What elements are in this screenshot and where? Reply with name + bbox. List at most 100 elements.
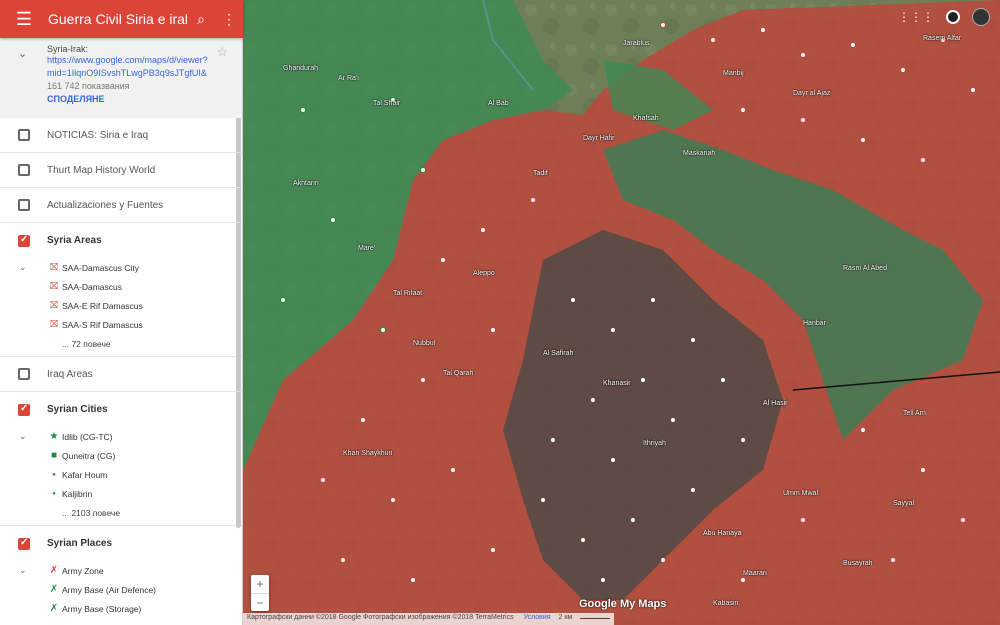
map-label: Tadif [533, 170, 548, 177]
avatar[interactable] [972, 8, 990, 26]
layer-syria-areas[interactable]: Syria Areas [0, 223, 242, 258]
map-label: Manbij [723, 70, 744, 77]
layer-item-label: SAA-S Rif Damascus [62, 319, 143, 330]
layer-actualizaciones[interactable]: Actualizaciones y Fuentes [0, 188, 242, 223]
map-info-name: Syria-Irak: [47, 44, 89, 54]
more-items-label: ... 2103 повече [62, 507, 121, 518]
layer-noticias[interactable]: NOTICIAS: Siria e Iraq [0, 118, 242, 153]
layer-item-label: SAA-Damascus City [62, 262, 139, 273]
layer-label: Thurt Map History World [47, 164, 156, 176]
layer-item[interactable]: ⛝ SAA-Damascus [0, 277, 242, 296]
layer-thurt-map[interactable]: Thurt Map History World [0, 153, 242, 188]
layer-item-label: Army Base (Storage) [62, 603, 142, 614]
sidebar: ⌄ ☆ Syria-Irak: https://www.google.com/m… [0, 38, 243, 625]
layer-item[interactable]: ⌄ ⛝ SAA-Damascus City [0, 258, 242, 277]
layer-syrian-places[interactable]: Syrian Places [0, 526, 242, 561]
layer-label: NOTICIAS: Siria e Iraq [47, 129, 149, 141]
map-label: Maaran [743, 570, 767, 577]
map-label: Khanasir [603, 380, 631, 387]
star-marker-icon: ★ [49, 431, 59, 442]
more-items-link[interactable]: ... 72 повече [0, 334, 242, 353]
more-items-label: ... 72 повече [62, 338, 111, 349]
layer-item-label: SAA-Damascus [62, 281, 122, 292]
layer-checkbox[interactable] [18, 234, 30, 247]
layer-item-label: Kaljibrin [62, 488, 93, 499]
layer-checkbox[interactable] [18, 368, 30, 380]
expand-chevron-icon[interactable]: ⌄ [19, 565, 27, 576]
map-label: Tal Shair [373, 100, 401, 107]
rifle-icon: ✗ [49, 603, 59, 614]
layer-item[interactable]: ✗ Army Base (Air Defence) [0, 580, 242, 599]
layer-checkbox[interactable] [18, 403, 30, 416]
dot-marker-icon: ● [52, 471, 56, 478]
expand-chevron-icon[interactable]: ⌄ [19, 262, 27, 273]
layer-item[interactable]: ● Kafar Houm [0, 465, 242, 484]
map-label: Umm Mwal [783, 490, 818, 497]
area-polygon-icon: ⛝ [50, 262, 58, 273]
map-label: Al Bab [488, 100, 509, 107]
layer-item-label: Quneitra (CG) [62, 450, 116, 461]
area-polygon-icon: ⛝ [50, 319, 58, 330]
layer-item-label: Army Base (Air Defence) [62, 584, 156, 595]
area-polygon-icon: ⛝ [50, 300, 58, 311]
map-label: Rasem Alfar [923, 35, 962, 42]
map-label: Tal Qarah [443, 370, 474, 377]
share-button[interactable]: СПОДЕЛЯНЕ [47, 94, 232, 104]
terms-link[interactable]: Условия [524, 614, 551, 621]
map-label: Maskanah [683, 150, 716, 157]
attribution-text: Картографски данни ©2018 Google Фотограф… [247, 614, 514, 621]
zoom-in-button[interactable]: + [251, 575, 269, 593]
map-label: Khan Shaykhun [343, 450, 393, 457]
map-label: Jarablus [623, 40, 650, 47]
map-label: Dayr Hafir [583, 135, 615, 142]
map-label: Busayrah [843, 560, 873, 567]
more-items-link[interactable]: ... 2103 повече [0, 503, 242, 522]
scale-label: 2 км [558, 614, 573, 621]
expand-chevron-icon[interactable]: ⌄ [19, 431, 27, 442]
collapse-chevron-icon[interactable]: ⌄ [18, 47, 27, 60]
layer-item-label: Kafar Houm [62, 469, 108, 480]
star-icon[interactable]: ☆ [216, 44, 228, 60]
map-label: Mare' [358, 245, 376, 252]
map-label: Dayr al Ajaz [793, 90, 831, 97]
layer-checkbox[interactable] [18, 199, 30, 211]
layer-item-label: Idlib (CG-TC) [62, 431, 113, 442]
layer-item[interactable]: ⌄ ★ Idlib (CG-TC) [0, 427, 242, 446]
layer-item[interactable]: ✗ Army Base (Storage) [0, 599, 242, 618]
scale-bar [580, 618, 611, 619]
map-label: Ithriyah [643, 440, 666, 447]
layer-item[interactable]: ■ Quneitra (CG) [0, 446, 242, 465]
layer-checkbox[interactable] [18, 164, 30, 176]
zoom-controls: + − [251, 575, 269, 611]
map-label: Khafsah [633, 115, 659, 122]
dot-marker-icon: ● [52, 490, 56, 497]
map-label: Al Hasir [763, 400, 788, 407]
map-attribution: Картографски данни ©2018 Google Фотограф… [243, 613, 615, 625]
layer-iraq-areas[interactable]: Iraq Areas [0, 357, 242, 392]
menu-icon[interactable]: ☰ [0, 0, 48, 38]
layer-checkbox[interactable] [18, 537, 30, 550]
map-top-icons: ⋮⋮⋮ [898, 8, 990, 26]
map-label: Aleppo [473, 270, 495, 277]
layer-item[interactable]: ⛝ SAA-S Rif Damascus [0, 315, 242, 334]
zoom-out-button[interactable]: − [251, 593, 269, 611]
layer-syrian-cities[interactable]: Syrian Cities [0, 392, 242, 427]
layer-label: Syrian Places [47, 538, 113, 549]
map-label: Hanbar [803, 320, 826, 327]
more-vert-icon[interactable]: ⋮ [215, 0, 243, 38]
layer-checkbox[interactable] [18, 129, 30, 141]
rifle-icon: ✗ [49, 584, 59, 595]
map-label: Sayyal [893, 500, 915, 507]
layer-item[interactable]: ● Kaljibrin [0, 484, 242, 503]
layer-item[interactable]: ⌄ ✗ Army Zone [0, 561, 242, 580]
layer-item[interactable]: ⛝ SAA-E Rif Damascus [0, 296, 242, 315]
top-bar: ☰ Guerra Civil Siria e irak ⌕ ⋮ [0, 0, 243, 38]
apps-grid-icon[interactable]: ⋮⋮⋮ [898, 10, 934, 24]
area-polygon-icon: ⛝ [50, 281, 58, 292]
map-info-url[interactable]: https://www.google.com/maps/d/viewer?mid… [47, 54, 215, 80]
search-icon[interactable]: ⌕ [187, 0, 215, 38]
map-title: Guerra Civil Siria e irak [48, 11, 187, 27]
map-label: Rasm Al Abed [843, 265, 887, 272]
notifications-icon[interactable] [946, 10, 960, 24]
map-canvas[interactable]: ⋮⋮⋮ Ghandurah Tal Shair Ar Ra'i Akhtarin… [243, 0, 1000, 625]
